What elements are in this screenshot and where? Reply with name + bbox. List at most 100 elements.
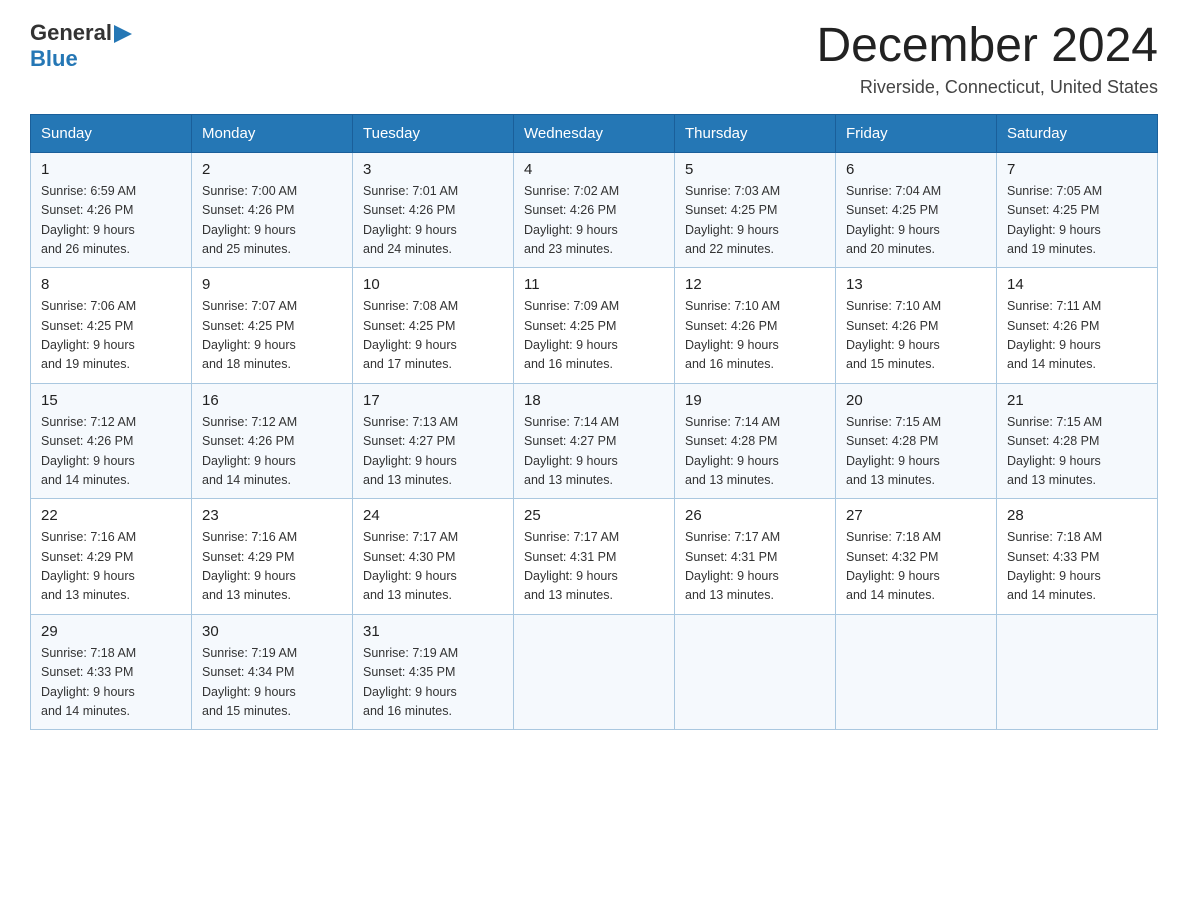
calendar-cell: 19 Sunrise: 7:14 AMSunset: 4:28 PMDaylig… xyxy=(675,383,836,499)
day-info: Sunrise: 7:06 AMSunset: 4:25 PMDaylight:… xyxy=(41,297,181,375)
day-number: 7 xyxy=(1007,161,1147,178)
calendar-week-4: 22 Sunrise: 7:16 AMSunset: 4:29 PMDaylig… xyxy=(31,499,1158,615)
calendar-cell: 31 Sunrise: 7:19 AMSunset: 4:35 PMDaylig… xyxy=(353,614,514,730)
day-info: Sunrise: 7:18 AMSunset: 4:33 PMDaylight:… xyxy=(1007,528,1147,606)
calendar-cell: 11 Sunrise: 7:09 AMSunset: 4:25 PMDaylig… xyxy=(514,268,675,384)
weekday-header-row: SundayMondayTuesdayWednesdayThursdayFrid… xyxy=(31,114,1158,152)
calendar-cell xyxy=(836,614,997,730)
weekday-header-sunday: Sunday xyxy=(31,114,192,152)
calendar-cell: 26 Sunrise: 7:17 AMSunset: 4:31 PMDaylig… xyxy=(675,499,836,615)
day-number: 11 xyxy=(524,276,664,293)
calendar-cell: 5 Sunrise: 7:03 AMSunset: 4:25 PMDayligh… xyxy=(675,152,836,268)
day-number: 23 xyxy=(202,507,342,524)
day-number: 19 xyxy=(685,392,825,409)
day-info: Sunrise: 7:15 AMSunset: 4:28 PMDaylight:… xyxy=(846,413,986,491)
day-number: 10 xyxy=(363,276,503,293)
day-number: 12 xyxy=(685,276,825,293)
day-number: 17 xyxy=(363,392,503,409)
day-info: Sunrise: 7:12 AMSunset: 4:26 PMDaylight:… xyxy=(41,413,181,491)
calendar-cell xyxy=(997,614,1158,730)
calendar-cell xyxy=(675,614,836,730)
day-info: Sunrise: 7:18 AMSunset: 4:32 PMDaylight:… xyxy=(846,528,986,606)
day-info: Sunrise: 7:09 AMSunset: 4:25 PMDaylight:… xyxy=(524,297,664,375)
calendar-cell: 20 Sunrise: 7:15 AMSunset: 4:28 PMDaylig… xyxy=(836,383,997,499)
day-info: Sunrise: 7:16 AMSunset: 4:29 PMDaylight:… xyxy=(41,528,181,606)
day-info: Sunrise: 7:14 AMSunset: 4:28 PMDaylight:… xyxy=(685,413,825,491)
day-info: Sunrise: 7:17 AMSunset: 4:31 PMDaylight:… xyxy=(685,528,825,606)
day-number: 25 xyxy=(524,507,664,524)
day-info: Sunrise: 7:11 AMSunset: 4:26 PMDaylight:… xyxy=(1007,297,1147,375)
calendar-cell: 7 Sunrise: 7:05 AMSunset: 4:25 PMDayligh… xyxy=(997,152,1158,268)
day-info: Sunrise: 7:10 AMSunset: 4:26 PMDaylight:… xyxy=(685,297,825,375)
day-number: 13 xyxy=(846,276,986,293)
weekday-header-wednesday: Wednesday xyxy=(514,114,675,152)
calendar-cell: 15 Sunrise: 7:12 AMSunset: 4:26 PMDaylig… xyxy=(31,383,192,499)
logo-blue-text: Blue xyxy=(30,46,78,71)
calendar-week-1: 1 Sunrise: 6:59 AMSunset: 4:26 PMDayligh… xyxy=(31,152,1158,268)
calendar-cell: 21 Sunrise: 7:15 AMSunset: 4:28 PMDaylig… xyxy=(997,383,1158,499)
page-title: December 2024 xyxy=(816,20,1158,73)
calendar-cell: 30 Sunrise: 7:19 AMSunset: 4:34 PMDaylig… xyxy=(192,614,353,730)
day-info: Sunrise: 7:07 AMSunset: 4:25 PMDaylight:… xyxy=(202,297,342,375)
day-number: 26 xyxy=(685,507,825,524)
calendar-cell: 14 Sunrise: 7:11 AMSunset: 4:26 PMDaylig… xyxy=(997,268,1158,384)
day-number: 20 xyxy=(846,392,986,409)
calendar-cell: 16 Sunrise: 7:12 AMSunset: 4:26 PMDaylig… xyxy=(192,383,353,499)
day-number: 15 xyxy=(41,392,181,409)
day-number: 14 xyxy=(1007,276,1147,293)
title-section: December 2024 Riverside, Connecticut, Un… xyxy=(816,20,1158,98)
calendar-cell: 27 Sunrise: 7:18 AMSunset: 4:32 PMDaylig… xyxy=(836,499,997,615)
day-number: 5 xyxy=(685,161,825,178)
day-info: Sunrise: 7:03 AMSunset: 4:25 PMDaylight:… xyxy=(685,182,825,260)
day-number: 3 xyxy=(363,161,503,178)
day-number: 16 xyxy=(202,392,342,409)
page-header: General Blue December 2024 Riverside, Co… xyxy=(30,20,1158,98)
calendar-week-3: 15 Sunrise: 7:12 AMSunset: 4:26 PMDaylig… xyxy=(31,383,1158,499)
calendar-cell: 4 Sunrise: 7:02 AMSunset: 4:26 PMDayligh… xyxy=(514,152,675,268)
weekday-header-saturday: Saturday xyxy=(997,114,1158,152)
calendar-cell: 29 Sunrise: 7:18 AMSunset: 4:33 PMDaylig… xyxy=(31,614,192,730)
calendar-cell xyxy=(514,614,675,730)
day-number: 27 xyxy=(846,507,986,524)
day-number: 18 xyxy=(524,392,664,409)
calendar-cell: 3 Sunrise: 7:01 AMSunset: 4:26 PMDayligh… xyxy=(353,152,514,268)
day-info: Sunrise: 7:05 AMSunset: 4:25 PMDaylight:… xyxy=(1007,182,1147,260)
day-number: 8 xyxy=(41,276,181,293)
calendar-cell: 24 Sunrise: 7:17 AMSunset: 4:30 PMDaylig… xyxy=(353,499,514,615)
calendar-cell: 17 Sunrise: 7:13 AMSunset: 4:27 PMDaylig… xyxy=(353,383,514,499)
day-number: 6 xyxy=(846,161,986,178)
day-info: Sunrise: 7:01 AMSunset: 4:26 PMDaylight:… xyxy=(363,182,503,260)
day-info: Sunrise: 7:14 AMSunset: 4:27 PMDaylight:… xyxy=(524,413,664,491)
day-number: 30 xyxy=(202,623,342,640)
calendar-cell: 23 Sunrise: 7:16 AMSunset: 4:29 PMDaylig… xyxy=(192,499,353,615)
day-number: 24 xyxy=(363,507,503,524)
day-number: 28 xyxy=(1007,507,1147,524)
day-number: 31 xyxy=(363,623,503,640)
logo-general-text: General xyxy=(30,20,112,46)
calendar-cell: 22 Sunrise: 7:16 AMSunset: 4:29 PMDaylig… xyxy=(31,499,192,615)
weekday-header-friday: Friday xyxy=(836,114,997,152)
day-number: 2 xyxy=(202,161,342,178)
calendar-cell: 18 Sunrise: 7:14 AMSunset: 4:27 PMDaylig… xyxy=(514,383,675,499)
calendar-cell: 8 Sunrise: 7:06 AMSunset: 4:25 PMDayligh… xyxy=(31,268,192,384)
day-info: Sunrise: 7:19 AMSunset: 4:35 PMDaylight:… xyxy=(363,644,503,722)
day-number: 4 xyxy=(524,161,664,178)
day-number: 1 xyxy=(41,161,181,178)
day-info: Sunrise: 7:13 AMSunset: 4:27 PMDaylight:… xyxy=(363,413,503,491)
calendar-cell: 2 Sunrise: 7:00 AMSunset: 4:26 PMDayligh… xyxy=(192,152,353,268)
day-info: Sunrise: 7:00 AMSunset: 4:26 PMDaylight:… xyxy=(202,182,342,260)
day-info: Sunrise: 7:08 AMSunset: 4:25 PMDaylight:… xyxy=(363,297,503,375)
day-number: 9 xyxy=(202,276,342,293)
calendar-cell: 12 Sunrise: 7:10 AMSunset: 4:26 PMDaylig… xyxy=(675,268,836,384)
day-info: Sunrise: 7:04 AMSunset: 4:25 PMDaylight:… xyxy=(846,182,986,260)
day-info: Sunrise: 7:15 AMSunset: 4:28 PMDaylight:… xyxy=(1007,413,1147,491)
calendar-cell: 25 Sunrise: 7:17 AMSunset: 4:31 PMDaylig… xyxy=(514,499,675,615)
day-info: Sunrise: 7:16 AMSunset: 4:29 PMDaylight:… xyxy=(202,528,342,606)
page-subtitle: Riverside, Connecticut, United States xyxy=(816,77,1158,98)
calendar-cell: 1 Sunrise: 6:59 AMSunset: 4:26 PMDayligh… xyxy=(31,152,192,268)
day-info: Sunrise: 7:17 AMSunset: 4:30 PMDaylight:… xyxy=(363,528,503,606)
day-info: Sunrise: 7:12 AMSunset: 4:26 PMDaylight:… xyxy=(202,413,342,491)
day-number: 29 xyxy=(41,623,181,640)
day-info: Sunrise: 7:19 AMSunset: 4:34 PMDaylight:… xyxy=(202,644,342,722)
day-info: Sunrise: 7:17 AMSunset: 4:31 PMDaylight:… xyxy=(524,528,664,606)
